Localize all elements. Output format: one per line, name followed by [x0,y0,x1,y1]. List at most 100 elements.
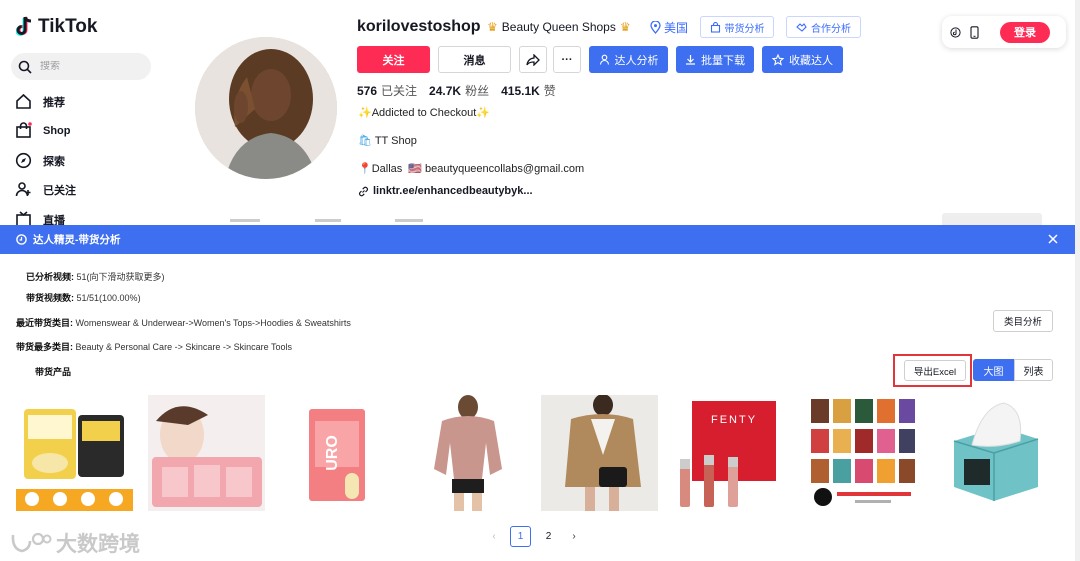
sidebar-item-following[interactable]: 已关注 [15,181,76,198]
product-thumb-pink-sweatshirt[interactable] [410,395,527,511]
watermark-text: 大数跨境 [56,533,140,556]
sidebar-item-recommend[interactable]: 推荐 [15,93,65,110]
tiktok-logo[interactable]: TikTok [16,16,97,38]
following-label: 已关注 [381,84,418,98]
product-thumb-protein[interactable] [16,395,133,511]
handshake-icon [796,22,807,32]
button-label: 带货分析 [724,23,765,35]
tiktok-note-icon [16,16,32,36]
chevron-left-icon: ‹ [492,531,496,542]
sidebar-item-label: 推荐 [43,96,65,109]
region-tag: 美国 [650,19,688,36]
star-icon [772,53,784,66]
likes-count: 415.1K [501,84,540,98]
shop-icon [710,21,720,33]
profile-stats: 576 已关注 24.7K 粉丝 415.1K 赞 [357,82,556,99]
product-image: FENTY [672,395,789,511]
shopping-bags-icon: 🛍 [358,135,372,147]
search-input[interactable] [40,61,140,72]
sparkles-icon: ✨ [358,107,372,119]
collab-analysis-button[interactable]: 合作分析 [786,16,861,38]
sidebar-item-shop[interactable]: Shop [15,122,71,139]
bio-text: TT Shop [374,135,417,147]
product-thumb-fenty-gloss[interactable]: FENTY [672,395,789,511]
share-button[interactable] [519,46,547,73]
top-right-toolbar: 登录 [942,16,1066,48]
followers-count: 24.7K [429,84,462,98]
download-icon [686,55,695,65]
product-thumb-face-towels[interactable] [934,395,1051,511]
crown-icon: ♛ [487,20,498,34]
sidebar-item-label: 已关注 [43,184,76,197]
profile-username: korilovestoshop [357,18,481,35]
tiktok-mini-icon[interactable] [950,26,961,38]
category-analysis-button[interactable]: 类目分析 [993,310,1053,332]
next-page-button[interactable]: › [568,526,580,547]
product-image [148,395,265,511]
export-excel-button[interactable]: 导出Excel [904,360,966,381]
likes-label: 赞 [543,84,556,98]
page-scrollbar[interactable] [1075,0,1080,561]
product-image: URO [279,395,396,511]
profile-link[interactable]: linktr.ee/enhancedbeautybyk... [358,185,533,197]
compass-icon [15,152,32,169]
creator-analysis-button[interactable]: 达人分析 [589,46,668,73]
bio-line-2: 🛍 TT Shop [358,134,417,147]
following-stat[interactable]: 576 已关注 [357,82,417,99]
follow-button[interactable]: 关注 [357,46,430,73]
sidebar-item-explore[interactable]: 探索 [15,152,65,169]
crown-icon: ♛ [619,20,631,34]
page-button-2[interactable]: 2 [538,526,559,547]
mobile-phone-icon[interactable] [970,25,979,39]
favorite-creator-button[interactable]: 收藏达人 [762,46,843,73]
sparkles-icon: ✨ [476,107,490,119]
svg-text:FENTY: FENTY [711,414,757,426]
watermark: 大数跨境 [10,528,140,558]
list-view-button[interactable]: 列表 [1014,359,1053,381]
info-label: 带货产品 [35,367,72,377]
message-button[interactable]: 消息 [438,46,511,73]
followers-stat[interactable]: 24.7K 粉丝 [429,82,489,99]
logo-text: TikTok [38,16,98,37]
watermark-logo-icon [11,532,52,553]
product-image [16,395,133,511]
page-button-1[interactable]: 1 [510,526,531,547]
button-label: 收藏达人 [789,54,833,67]
home-icon [16,93,31,109]
grid-view-button[interactable]: 大图 [973,359,1014,381]
search-box[interactable] [11,53,151,80]
product-image [803,395,920,511]
button-label: 合作分析 [811,23,851,35]
product-thumb-knit-cardigan[interactable] [541,395,658,511]
bulk-download-button[interactable]: 批量下载 [676,46,754,73]
product-thumb-face-mask[interactable] [148,395,265,511]
search-icon [18,60,32,74]
following-count: 576 [357,84,378,98]
more-options-button[interactable]: ··· [553,46,581,73]
bio-text: Addicted to Checkout [371,107,477,119]
sidebar-item-label: 探索 [43,155,65,168]
product-image [934,395,1051,511]
region-label: 美国 [664,21,689,35]
commerce-videos-row: 带货视频数: 51/51(100.00%) [26,293,141,303]
product-thumb-boric-acid[interactable]: URO [279,395,396,511]
info-value: Beauty & Personal Care -> Skincare -> Sk… [75,342,292,352]
products-heading: 带货产品 [35,365,71,378]
info-value: 51(向下滑动获取更多) [76,272,165,282]
profile-photo [195,37,337,179]
panel-title: 达人精灵-带货分析 [33,234,121,246]
chevron-right-icon: › [572,531,576,542]
bio-line-3: 📍Dallas 🇺🇸 beautyqueencollabs@gmail.com [358,162,584,175]
plugin-logo-icon [16,234,27,245]
product-thumb-glamlite-palette[interactable] [803,395,920,511]
commerce-analysis-button[interactable]: 带货分析 [700,16,774,38]
more-dots-icon: ··· [561,53,573,66]
close-icon[interactable] [1045,231,1061,247]
link-icon [359,186,368,196]
analyzed-videos-row: 已分析视频: 51(向下滑动获取更多) [26,272,165,282]
flag-icon: 🇺🇸 [408,163,423,175]
shop-tag[interactable]: ♛ Beauty Queen Shops ♛ [487,20,631,34]
prev-page-button[interactable]: ‹ [488,526,500,547]
login-button[interactable]: 登录 [1000,21,1050,43]
info-value: Womenswear & Underwear->Women's Tops->Ho… [75,318,351,328]
